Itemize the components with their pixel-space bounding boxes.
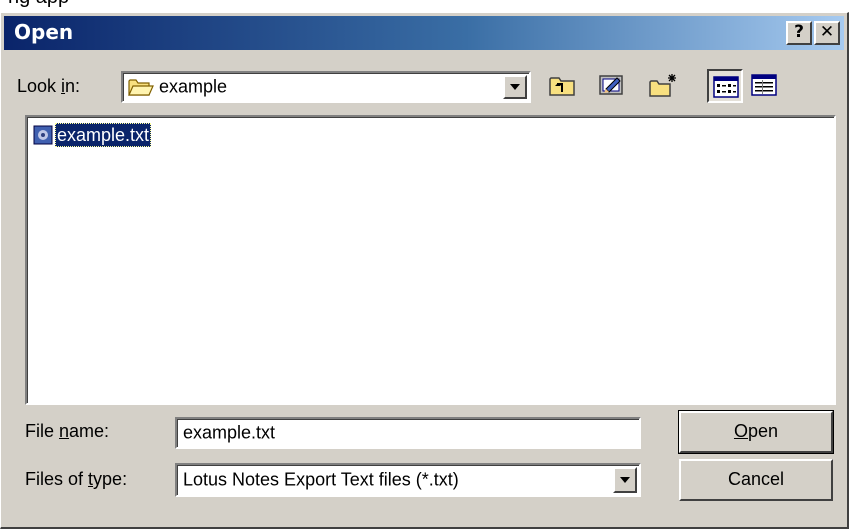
file-type-select[interactable]: Lotus Notes Export Text files (*.txt): [175, 463, 641, 497]
close-button[interactable]: ✕: [814, 21, 840, 45]
details-view-icon: [751, 74, 777, 96]
title-bar[interactable]: Open ? ✕: [4, 16, 844, 50]
desktop-icon: [599, 75, 623, 95]
folder-open-icon: [127, 76, 155, 103]
file-name-label-text: File name:: [25, 421, 110, 441]
background-caption-text: ng app: [8, 0, 69, 9]
file-type-value: Lotus Notes Export Text files (*.txt): [183, 469, 459, 490]
new-folder-icon: [649, 74, 676, 97]
look-in-combobox[interactable]: example: [121, 71, 531, 103]
cancel-button[interactable]: Cancel: [679, 459, 833, 501]
desktop-button[interactable]: [595, 69, 631, 103]
file-type-dropdown-arrow[interactable]: [613, 467, 637, 493]
help-button[interactable]: ?: [786, 21, 812, 45]
list-view-icon: [713, 76, 739, 98]
open-button[interactable]: Open: [678, 410, 834, 454]
create-new-folder-button[interactable]: [645, 69, 681, 103]
up-one-level-button[interactable]: [545, 69, 581, 103]
file-type-label: Files of type:: [25, 469, 128, 489]
look-in-dropdown-arrow[interactable]: [503, 75, 527, 99]
file-name-input[interactable]: example.txt: [175, 417, 641, 449]
details-view-button[interactable]: [747, 69, 783, 103]
open-file-dialog: Open ? ✕ Look in: example example.txt Fi…: [0, 12, 849, 529]
text-file-icon: [33, 125, 53, 145]
file-list[interactable]: example.txt: [25, 115, 836, 405]
look-in-value: example: [159, 76, 228, 97]
look-in-label: Look in:: [17, 76, 81, 96]
file-name-value: example.txt: [183, 422, 276, 443]
list-view-button[interactable]: [707, 69, 743, 103]
dialog-title: Open: [14, 20, 74, 44]
folder-up-icon: [549, 77, 575, 96]
file-name-label: example.txt: [55, 123, 152, 147]
